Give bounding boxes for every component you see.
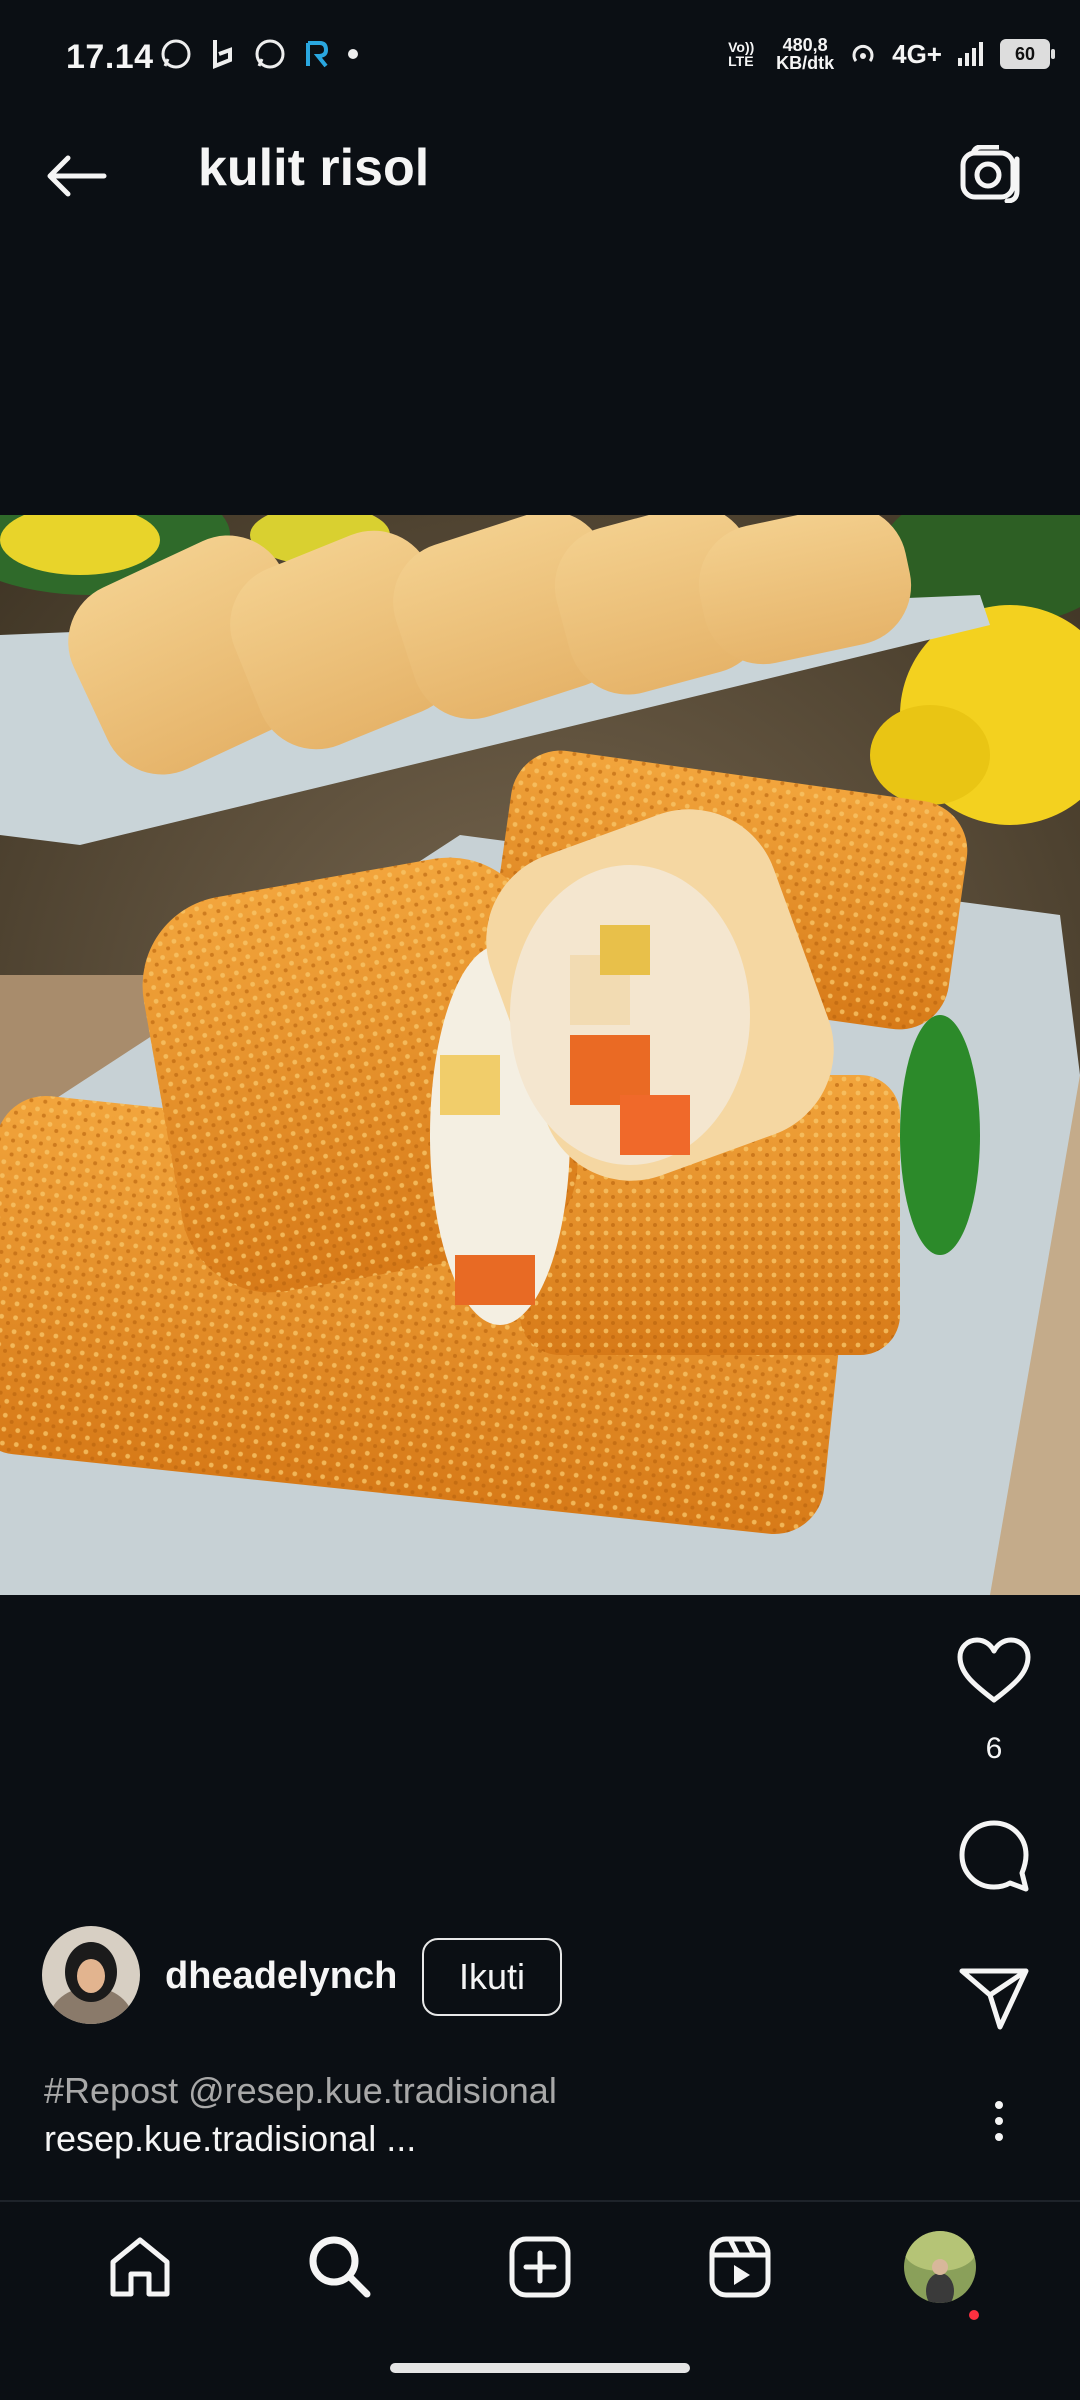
comment-button[interactable] — [954, 1815, 1034, 1895]
search-icon — [309, 2236, 371, 2298]
share-button[interactable] — [954, 1958, 1034, 2038]
hotspot-icon — [852, 44, 874, 62]
network-type: 4G+ — [892, 38, 942, 69]
camera-button[interactable] — [955, 138, 1027, 210]
create-icon — [509, 2236, 571, 2298]
nav-reels[interactable] — [695, 2222, 785, 2312]
more-dot — [995, 2117, 1003, 2125]
nav-create[interactable] — [495, 2222, 585, 2312]
user-avatar[interactable] — [42, 1926, 140, 2024]
food-image — [0, 515, 1080, 1595]
status-notification-icons — [160, 38, 358, 70]
more-options-button[interactable] — [974, 2090, 1024, 2152]
caption-text[interactable]: resep.kue.tradisional ... — [44, 2118, 416, 2160]
send-icon — [959, 1968, 1029, 2030]
more-dot — [995, 2101, 1003, 2109]
signal-icon — [958, 42, 983, 66]
whatsapp-icon — [255, 39, 285, 69]
bottom-navigation — [0, 2202, 1080, 2332]
status-right-icons: Vo)) LTE 480,8 KB/dtk 4G+ 60 — [728, 35, 1055, 73]
heart-icon — [957, 1637, 1031, 1703]
nav-search[interactable] — [295, 2222, 385, 2312]
net-speed: 480,8 KB/dtk — [776, 35, 835, 73]
username[interactable]: dheadelynch — [165, 1955, 397, 1998]
notification-dot — [969, 2310, 979, 2320]
b-icon — [213, 40, 232, 69]
caption-hashtag[interactable]: #Repost @resep.kue.tradisional — [44, 2070, 557, 2112]
profile-avatar — [904, 2231, 976, 2303]
like-button[interactable] — [954, 1630, 1034, 1710]
back-button[interactable] — [40, 140, 112, 212]
reels-icon — [709, 2236, 771, 2298]
nav-home[interactable] — [95, 2222, 185, 2312]
post-photo[interactable] — [0, 515, 1080, 1595]
status-time: 17.14 — [66, 38, 154, 76]
avatar-image — [42, 1926, 140, 2024]
volte-label: Vo)) LTE — [728, 39, 755, 69]
whatsapp-icon — [161, 39, 191, 69]
battery-indicator: 60 — [1000, 39, 1055, 69]
comment-icon — [959, 1820, 1029, 1892]
dot-icon — [348, 49, 358, 59]
arrow-left-icon — [47, 155, 107, 197]
camera-icon — [960, 145, 1020, 203]
home-indicator[interactable] — [390, 2363, 690, 2373]
nav-profile[interactable] — [895, 2222, 985, 2312]
r-icon — [306, 41, 329, 68]
page-title: kulit risol — [198, 139, 430, 197]
home-icon — [110, 2237, 170, 2297]
like-count: 6 — [985, 1732, 1003, 1765]
more-dot — [995, 2133, 1003, 2141]
follow-button[interactable]: Ikuti — [422, 1938, 562, 2016]
